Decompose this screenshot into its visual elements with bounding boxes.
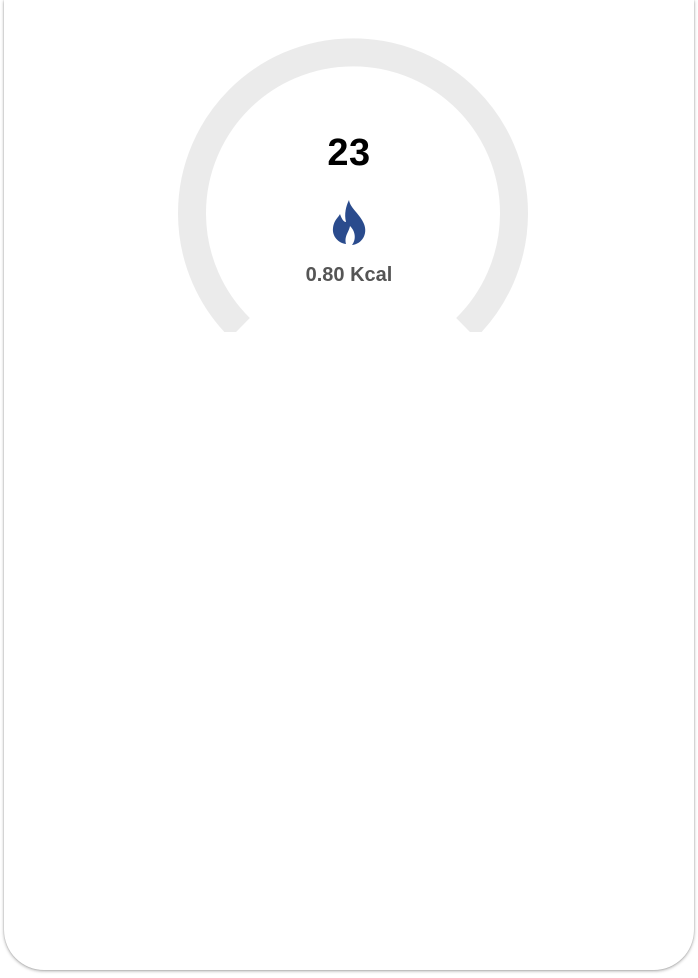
gauge-track bbox=[178, 38, 528, 332]
gauge-value: 23 bbox=[327, 132, 371, 174]
calories-label: 0.80 Kcal bbox=[305, 264, 393, 286]
flame-icon bbox=[332, 200, 366, 245]
